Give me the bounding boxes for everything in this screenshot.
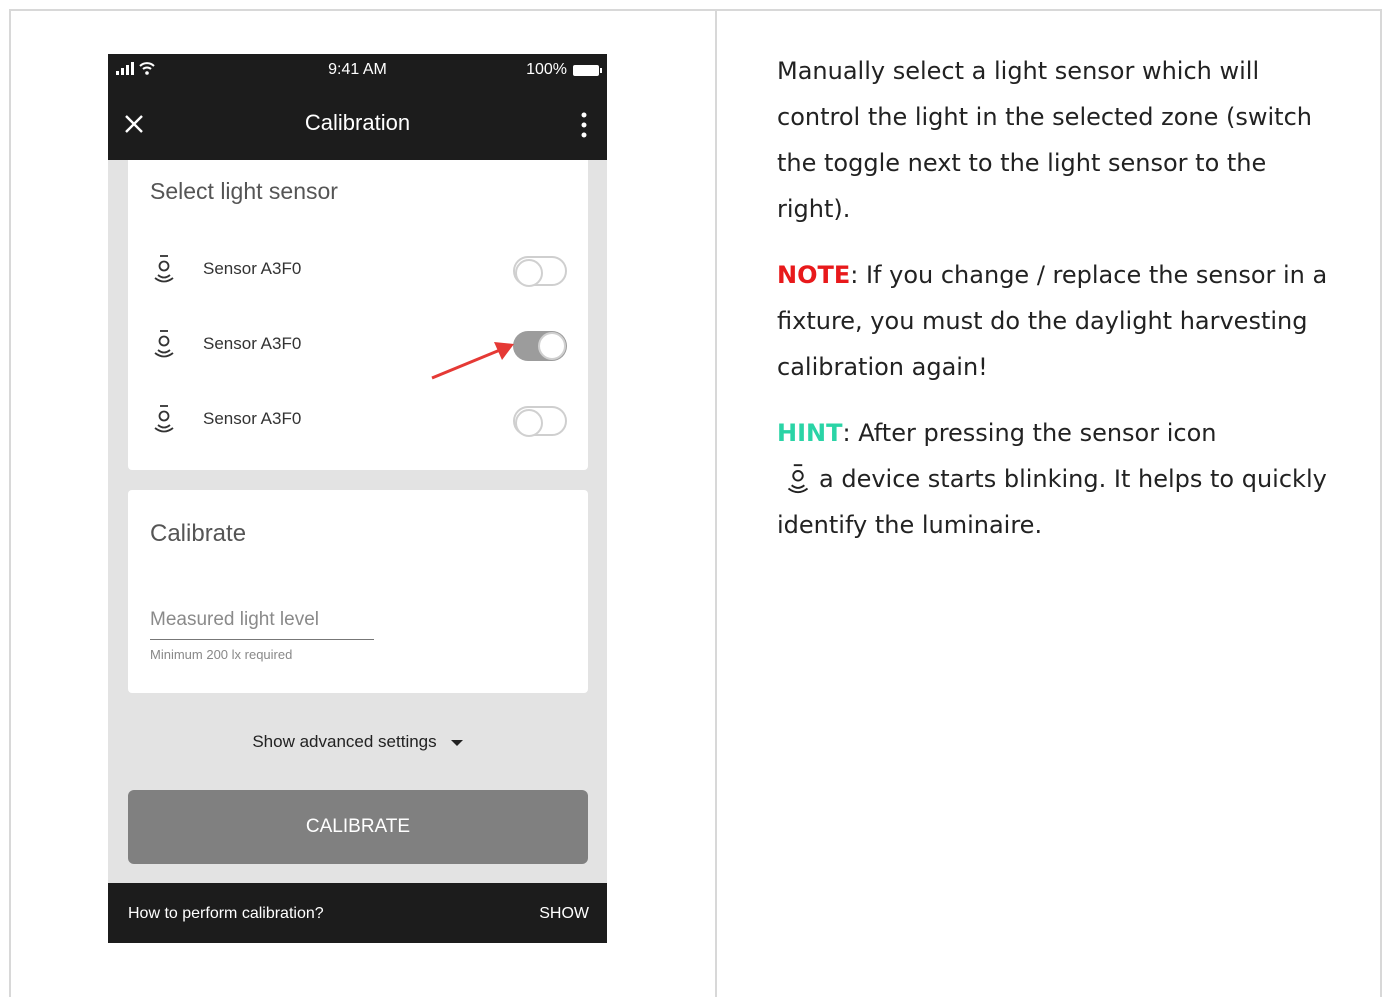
- battery-icon: [573, 64, 602, 76]
- instructions-panel: Manually select a light sensor which wil…: [777, 48, 1337, 568]
- sensor-label: Sensor A3F0: [203, 259, 302, 278]
- instruction-paragraph: Manually select a light sensor which wil…: [777, 57, 1312, 223]
- measured-light-placeholder: Measured light level: [150, 609, 319, 630]
- sensor-row: Sensor A3F0: [128, 320, 588, 370]
- calibrate-heading: Calibrate: [150, 520, 247, 547]
- note-text: : If you change / replace the sensor in …: [777, 261, 1328, 381]
- sensor-label: Sensor A3F0: [203, 334, 302, 353]
- advanced-settings-toggle[interactable]: Show advanced settings: [108, 732, 607, 752]
- sensor-toggle[interactable]: [513, 406, 567, 437]
- screen-title: Calibration: [304, 110, 411, 135]
- phone-screenshot: 9:41 AM 100% Calibration Select light se…: [108, 54, 607, 943]
- hint-paragraph: HINT: After pressing the sensor icon a d…: [777, 410, 1337, 548]
- sensor-toggle[interactable]: [513, 331, 567, 361]
- status-bar: 9:41 AM 100%: [108, 54, 607, 88]
- battery-percent: 100%: [526, 61, 567, 78]
- sensor-label: Sensor A3F0: [203, 409, 302, 428]
- select-sensor-card: Select light sensor Sensor A3F0 Sensor A…: [128, 160, 588, 470]
- light-sensor-icon[interactable]: [153, 328, 175, 362]
- sensor-row: Sensor A3F0: [128, 395, 588, 445]
- sensor-row: Sensor A3F0: [128, 245, 588, 295]
- more-vert-icon[interactable]: [581, 112, 587, 138]
- calibrate-button[interactable]: CALIBRATE: [128, 790, 588, 864]
- select-sensor-heading: Select light sensor: [150, 178, 338, 204]
- app-bar: Calibration: [108, 88, 607, 160]
- hint-text-2: a device starts blinking. It helps to qu…: [777, 465, 1327, 539]
- advanced-settings-label: Show advanced settings: [252, 732, 437, 751]
- sensor-toggle[interactable]: [513, 256, 567, 287]
- caret-down-icon: [450, 739, 463, 746]
- light-sensor-icon: [787, 464, 809, 494]
- light-sensor-icon[interactable]: [153, 403, 175, 437]
- show-help-button[interactable]: SHOW: [539, 905, 589, 923]
- red-arrow-annotation: [431, 342, 514, 380]
- hint-text-1: : After pressing the sensor icon: [842, 419, 1217, 447]
- note-label: NOTE: [777, 261, 851, 289]
- light-sensor-icon[interactable]: [153, 253, 175, 287]
- help-snackbar: How to perform calibration? SHOW: [108, 883, 607, 943]
- input-helper-text: Minimum 200 lx required: [150, 647, 293, 662]
- calibrate-card: Calibrate Measured light level Minimum 2…: [128, 490, 588, 693]
- measured-light-input[interactable]: Measured light level: [150, 607, 374, 640]
- hint-label: HINT: [777, 419, 843, 447]
- help-question: How to perform calibration?: [128, 905, 324, 922]
- column-divider: [715, 11, 717, 997]
- note-paragraph: NOTE: If you change / replace the sensor…: [777, 252, 1337, 390]
